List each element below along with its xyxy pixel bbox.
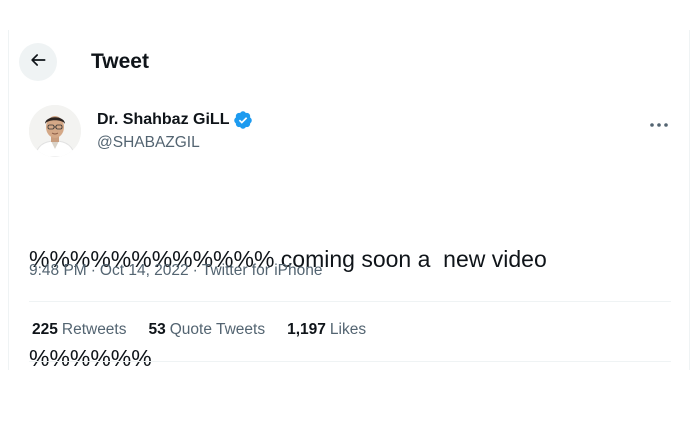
more-horizontal-icon [649,116,669,133]
divider [29,301,671,302]
quote-tweets-count: 53 [148,321,166,338]
quote-tweets-label: Quote Tweets [169,321,266,338]
author-display-name[interactable]: Dr. Shahbaz GiLL [97,111,229,129]
retweets-label: Retweets [61,321,127,338]
tweet-metadata: 9:48 PM · Oct 14, 2022 · Twitter for iPh… [29,262,322,280]
tweet-detail-panel: Tweet Dr. Shahbaz GiLL @SHABAZGIL %%%%%%… [8,30,690,371]
avatar[interactable] [29,105,81,157]
author-info: Dr. Shahbaz GiLL @SHABAZGIL [97,110,253,152]
likes-stat[interactable]: 1,197 Likes [287,321,366,339]
tweet-text: %%%%%%%%%%%% coming soon a new video %%%… [29,177,649,441]
verified-badge-icon [233,110,253,130]
tweet-text-line: %%%%%% [29,345,152,371]
tweet-stats: 225 Retweets 53 Quote Tweets 1,197 Likes [32,321,388,339]
name-row: Dr. Shahbaz GiLL [97,110,253,130]
meta-separator: · [90,262,96,279]
page-title: Tweet [91,50,149,73]
author-handle[interactable]: @SHABAZGIL [97,134,253,152]
tweet-source[interactable]: Twitter for iPhone [202,262,323,280]
back-button[interactable] [19,43,57,81]
divider [29,361,671,362]
retweets-count: 225 [32,321,58,338]
tweet-date[interactable]: Oct 14, 2022 [100,262,189,280]
likes-label: Likes [329,321,367,338]
likes-count: 1,197 [287,321,326,338]
tweet-time[interactable]: 9:48 PM [29,262,87,280]
meta-separator: · [192,262,198,279]
arrow-left-icon [28,50,48,75]
quote-tweets-stat[interactable]: 53 Quote Tweets [149,321,266,339]
retweets-stat[interactable]: 225 Retweets [32,321,127,339]
tweet-author: Dr. Shahbaz GiLL @SHABAZGIL [29,105,253,157]
header: Tweet [19,42,149,82]
more-options-button[interactable] [649,116,669,134]
